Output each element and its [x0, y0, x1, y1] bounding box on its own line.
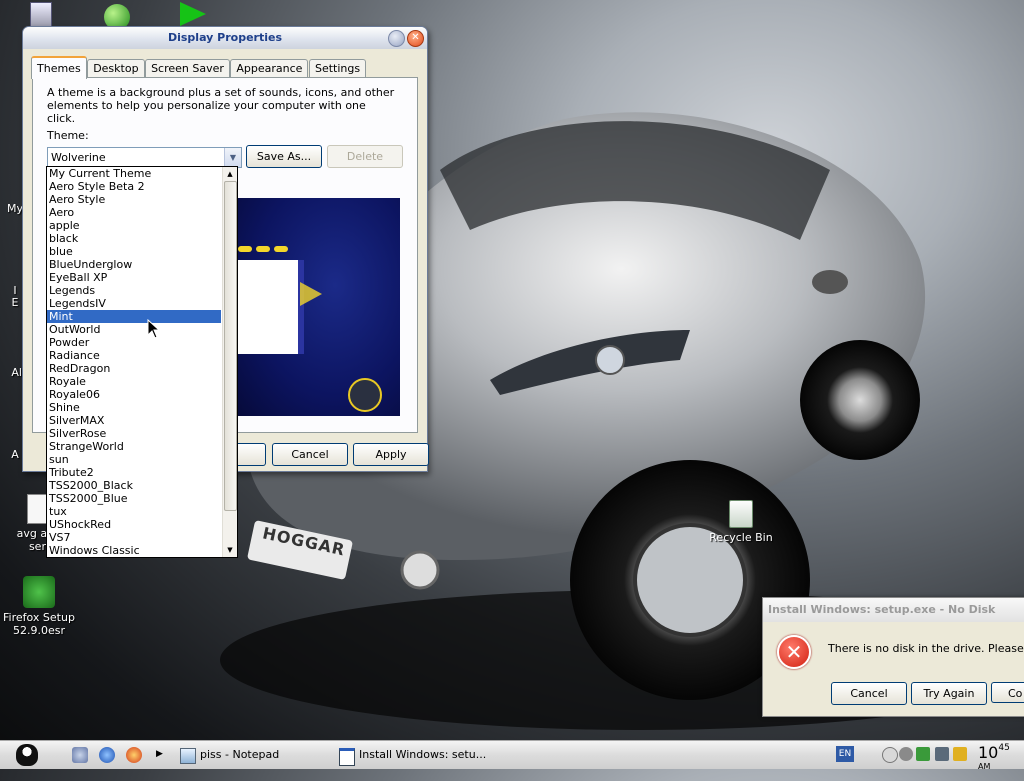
- theme-option[interactable]: Royale: [47, 375, 221, 388]
- theme-option[interactable]: black: [47, 232, 221, 245]
- chevron-down-icon[interactable]: ▼: [224, 148, 241, 167]
- quicklaunch-browser-icon[interactable]: [99, 747, 115, 763]
- quicklaunch-firefox-icon[interactable]: [126, 747, 142, 763]
- theme-option[interactable]: VS7: [47, 531, 221, 544]
- dropdown-scrollbar[interactable]: ▲ ▼: [222, 167, 237, 557]
- firefox-setup-icon: [23, 576, 55, 608]
- cancel-button[interactable]: Cancel: [272, 443, 348, 466]
- theme-option[interactable]: EyeBall XP: [47, 271, 221, 284]
- themes-description: A theme is a background plus a set of so…: [47, 86, 395, 125]
- quicklaunch-more-icon[interactable]: ▶: [156, 749, 163, 759]
- taskbar-clock[interactable]: 1045 AM: [978, 743, 1010, 781]
- preview-window: [238, 260, 304, 354]
- document-icon: [30, 2, 52, 28]
- theme-option[interactable]: Legends: [47, 284, 221, 297]
- scrollbar-thumb[interactable]: [224, 181, 237, 511]
- theme-dropdown-list[interactable]: My Current Theme Aero Style Beta 2 Aero St…: [46, 166, 238, 558]
- theme-option[interactable]: StrangeWorld: [47, 440, 221, 453]
- window-icon: [339, 748, 355, 766]
- theme-option[interactable]: Windows Classic: [47, 544, 221, 557]
- theme-option[interactable]: Royale06: [47, 388, 221, 401]
- no-disk-error-dialog: Install Windows: setup.exe - No Disk ✕ T…: [762, 597, 1024, 717]
- theme-option-list: My Current Theme Aero Style Beta 2 Aero St…: [47, 167, 237, 557]
- preview-titlebar: [238, 242, 298, 252]
- task-notepad[interactable]: piss - Notepad: [178, 744, 350, 766]
- tab-screen-saver[interactable]: Screen Saver: [145, 59, 230, 78]
- theme-option[interactable]: UShockRed: [47, 518, 221, 531]
- delete-button[interactable]: Delete: [327, 145, 403, 168]
- mouse-cursor-icon: [147, 319, 161, 339]
- task-install-windows[interactable]: Install Windows: setu...: [337, 744, 519, 766]
- save-as-button[interactable]: Save As...: [246, 145, 322, 168]
- theme-option[interactable]: LegendsIV: [47, 297, 221, 310]
- quicklaunch-user-icon[interactable]: [72, 747, 88, 763]
- theme-option[interactable]: TSS2000_Black: [47, 479, 221, 492]
- error-dialog-title: Install Windows: setup.exe - No Disk: [763, 598, 1024, 622]
- apply-button[interactable]: Apply: [353, 443, 429, 466]
- tab-appearance[interactable]: Appearance: [230, 59, 309, 78]
- theme-option[interactable]: SilverMAX: [47, 414, 221, 427]
- green-flag-icon[interactable]: [180, 2, 206, 26]
- tab-settings[interactable]: Settings: [308, 59, 367, 78]
- theme-option[interactable]: Aero Style Beta 2: [47, 180, 221, 193]
- theme-select-value: Wolverine: [51, 151, 106, 164]
- recycle-bin-icon: [729, 500, 753, 528]
- preview-trash-icon: [348, 378, 382, 412]
- theme-option[interactable]: Tribute2: [47, 466, 221, 479]
- tray-smiley-icon[interactable]: [882, 747, 898, 763]
- theme-option[interactable]: blue: [47, 245, 221, 258]
- theme-preview: [238, 198, 400, 416]
- desktop-icon-recycle-bin[interactable]: Recycle Bin: [704, 500, 778, 544]
- help-icon[interactable]: [388, 30, 405, 47]
- preview-arrow-icon: [300, 282, 322, 306]
- tray-update-icon[interactable]: [953, 747, 967, 761]
- theme-option[interactable]: My Current Theme: [47, 167, 221, 180]
- notepad-icon: [180, 748, 196, 764]
- tray-green-icon[interactable]: [916, 747, 930, 761]
- scroll-down-icon[interactable]: ▼: [223, 543, 237, 557]
- error-cancel-button[interactable]: Cancel: [831, 682, 907, 705]
- tab-themes[interactable]: Themes: [31, 56, 87, 79]
- theme-option[interactable]: apple: [47, 219, 221, 232]
- close-icon[interactable]: ✕: [407, 30, 424, 47]
- theme-select[interactable]: Wolverine ▼: [47, 147, 242, 168]
- language-indicator[interactable]: EN: [836, 746, 854, 762]
- theme-option[interactable]: SilverRose: [47, 427, 221, 440]
- window-title: Display Properties: [23, 27, 427, 49]
- start-penguin-icon[interactable]: [16, 744, 38, 766]
- car-plate-text: HOGGAR: [260, 523, 348, 560]
- tab-desktop[interactable]: Desktop: [87, 59, 145, 78]
- desktop-icon-firefox-setup[interactable]: Firefox Setup 52.9.0esr: [2, 576, 76, 637]
- theme-option[interactable]: BlueUnderglow: [47, 258, 221, 271]
- theme-option[interactable]: Aero Style: [47, 193, 221, 206]
- theme-option[interactable]: Powder: [47, 336, 221, 349]
- continue-button[interactable]: Co: [991, 682, 1024, 703]
- theme-label: Theme:: [47, 129, 89, 142]
- tray-network-icon[interactable]: [899, 747, 913, 761]
- tab-strip: Themes Desktop Screen Saver Appearance S…: [31, 56, 367, 79]
- ok-button-partial[interactable]: [237, 443, 266, 466]
- scroll-up-icon[interactable]: ▲: [223, 167, 237, 181]
- theme-option[interactable]: OutWorld: [47, 323, 221, 336]
- theme-option[interactable]: tux: [47, 505, 221, 518]
- theme-option[interactable]: RedDragon: [47, 362, 221, 375]
- theme-option[interactable]: TSS2000_Blue: [47, 492, 221, 505]
- taskbar: ▶ piss - Notepad Install Windows: setu..…: [0, 740, 1024, 771]
- try-again-button[interactable]: Try Again: [911, 682, 987, 705]
- theme-option[interactable]: Aero: [47, 206, 221, 219]
- error-icon: ✕: [777, 635, 811, 669]
- theme-option[interactable]: sun: [47, 453, 221, 466]
- theme-option[interactable]: Shine: [47, 401, 221, 414]
- error-message: There is no disk in the drive. Please in…: [828, 642, 1024, 655]
- tray-volume-icon[interactable]: [935, 747, 949, 761]
- theme-option[interactable]: Mint: [47, 310, 221, 323]
- theme-option[interactable]: Radiance: [47, 349, 221, 362]
